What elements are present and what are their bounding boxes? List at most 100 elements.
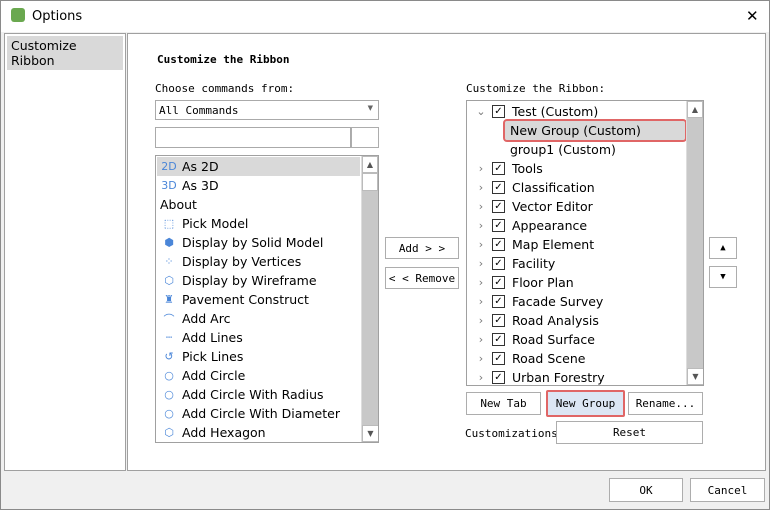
checkbox[interactable]: ✓ (492, 238, 505, 251)
scroll-down-icon[interactable]: ▼ (362, 425, 378, 442)
checkbox[interactable]: ✓ (492, 371, 505, 384)
command-icon: ○ (164, 407, 174, 420)
command-icon: ⬚ (163, 217, 175, 230)
command-label: Pavement Construct (182, 292, 309, 307)
chevron-right-icon[interactable]: › (470, 333, 492, 346)
command-item[interactable]: ⬢ Display by Solid Model (157, 233, 360, 252)
tree-item-label: Classification (512, 180, 595, 195)
tree-item[interactable]: › ✓ Tools (468, 159, 543, 178)
command-icon: ↺ (164, 350, 174, 363)
tree-item-label: Floor Plan (512, 275, 574, 290)
command-item[interactable]: ⬡ Display by Wireframe (157, 271, 360, 290)
checkbox[interactable]: ✓ (492, 257, 505, 270)
command-item[interactable]: ⬚ Pick Model (157, 214, 360, 233)
tree-item[interactable]: › ✓ Floor Plan (468, 273, 574, 292)
command-icon: ⬡ (164, 274, 174, 287)
reset-button[interactable]: Reset (556, 421, 703, 444)
new-tab-button[interactable]: New Tab (466, 392, 541, 415)
chevron-right-icon[interactable]: › (470, 295, 492, 308)
move-up-button[interactable]: ▲ (709, 237, 737, 259)
checkbox[interactable]: ✓ (492, 219, 505, 232)
commands-list: ⬡ Add Hexagon ○ Add Circle With Diameter ○ Ad… (155, 155, 379, 443)
command-item[interactable]: ○ Add Circle (157, 366, 360, 385)
scrollbar[interactable]: ▲ ▼ (361, 156, 378, 442)
command-item[interactable]: ⌒ Add Arc (157, 309, 360, 328)
chevron-right-icon[interactable]: › (470, 200, 492, 213)
tree-item-label: Urban Forestry (512, 370, 605, 385)
choose-commands-label: Choose commands from: (155, 82, 295, 95)
command-item[interactable]: ↺ Pick Lines (157, 347, 360, 366)
chevron-right-icon[interactable]: › (470, 314, 492, 327)
move-down-button[interactable]: ▼ (709, 266, 737, 288)
tree-item[interactable]: › ✓ Urban Forestry (468, 368, 605, 385)
rename-button[interactable]: Rename... (628, 392, 703, 415)
tree-item[interactable]: New Group (Custom) (503, 119, 687, 142)
chevron-right-icon[interactable]: › (470, 257, 492, 270)
close-icon[interactable]: ✕ (746, 7, 759, 25)
tree-item[interactable]: › ✓ Road Scene (468, 349, 586, 368)
checkbox[interactable]: ✓ (492, 200, 505, 213)
command-icon: ○ (164, 369, 174, 382)
scrollbar[interactable]: ▲ ▼ (686, 101, 703, 385)
remove-button[interactable]: < < Remove (385, 267, 459, 289)
command-item[interactable]: 3D As 3D (157, 176, 360, 195)
scroll-up-icon[interactable]: ▲ (362, 156, 378, 173)
checkbox[interactable]: ✓ (492, 333, 505, 346)
tree-item-label: Map Element (512, 237, 595, 252)
chevron-down-icon[interactable]: ⌄ (470, 105, 492, 118)
checkbox[interactable]: ✓ (492, 314, 505, 327)
tree-item[interactable]: ⌄ ✓ Test (Custom) (468, 102, 598, 121)
commands-dropdown[interactable]: All Commands ▼ (155, 100, 379, 120)
command-item[interactable]: ○ Add Circle With Diameter (157, 404, 360, 423)
command-item[interactable]: About (157, 195, 360, 214)
search-button[interactable] (351, 127, 379, 148)
tree-item[interactable]: › ✓ Appearance (468, 216, 587, 235)
checkbox[interactable]: ✓ (492, 181, 505, 194)
command-icon: ○ (164, 388, 174, 401)
command-label: As 3D (182, 178, 219, 193)
scroll-thumb[interactable] (362, 173, 378, 191)
command-item[interactable]: ♜ Pavement Construct (157, 290, 360, 309)
chevron-right-icon[interactable]: › (470, 352, 492, 365)
checkbox[interactable]: ✓ (492, 295, 505, 308)
tree-item[interactable]: › ✓ Road Analysis (468, 311, 599, 330)
command-item[interactable]: ┄ Add Lines (157, 328, 360, 347)
chevron-right-icon[interactable]: › (470, 181, 492, 194)
sidebar-item-customize-ribbon[interactable]: Customize Ribbon (7, 36, 123, 70)
checkbox[interactable]: ✓ (492, 352, 505, 365)
tree-item[interactable]: › ✓ Road Surface (468, 330, 595, 349)
command-item[interactable]: ⬡ Add Hexagon (157, 423, 360, 442)
tree-item[interactable]: › ✓ Facade Survey (468, 292, 604, 311)
ok-button[interactable]: OK (609, 478, 683, 502)
command-label: Add Lines (182, 330, 243, 345)
add-button[interactable]: Add > > (385, 237, 459, 259)
checkbox[interactable]: ✓ (492, 162, 505, 175)
command-item[interactable]: ○ Add Circle With Radius (157, 385, 360, 404)
checkbox[interactable]: ✓ (492, 105, 505, 118)
scroll-down-icon[interactable]: ▼ (687, 368, 703, 385)
command-item[interactable]: 2D As 2D (157, 157, 360, 176)
chevron-right-icon[interactable]: › (470, 162, 492, 175)
chevron-right-icon[interactable]: › (470, 238, 492, 251)
tree-item[interactable]: › ✓ Classification (468, 178, 595, 197)
command-icon: 2D (161, 160, 177, 173)
tree-item[interactable]: › ✓ Facility (468, 254, 556, 273)
chevron-right-icon[interactable]: › (470, 219, 492, 232)
command-icon: ⌒ (163, 312, 175, 326)
chevron-right-icon[interactable]: › (470, 276, 492, 289)
tree-item[interactable]: › ✓ Map Element (468, 235, 594, 254)
search-input[interactable] (155, 127, 351, 148)
command-label: About (160, 197, 197, 212)
new-group-button[interactable]: New Group (546, 390, 625, 417)
command-item[interactable]: ⁘ Display by Vertices (157, 252, 360, 271)
cancel-button[interactable]: Cancel (690, 478, 765, 502)
page-heading: Customize the Ribbon (157, 53, 290, 66)
tree-item-label: Test (Custom) (512, 104, 599, 119)
tree-item[interactable]: group1 (Custom) (505, 140, 616, 159)
checkbox[interactable]: ✓ (492, 276, 505, 289)
scroll-up-icon[interactable]: ▲ (687, 101, 703, 118)
command-label: Pick Model (182, 216, 249, 231)
command-label: Add Circle With Radius (182, 387, 324, 402)
tree-item[interactable]: › ✓ Vector Editor (468, 197, 593, 216)
chevron-right-icon[interactable]: › (470, 371, 492, 384)
